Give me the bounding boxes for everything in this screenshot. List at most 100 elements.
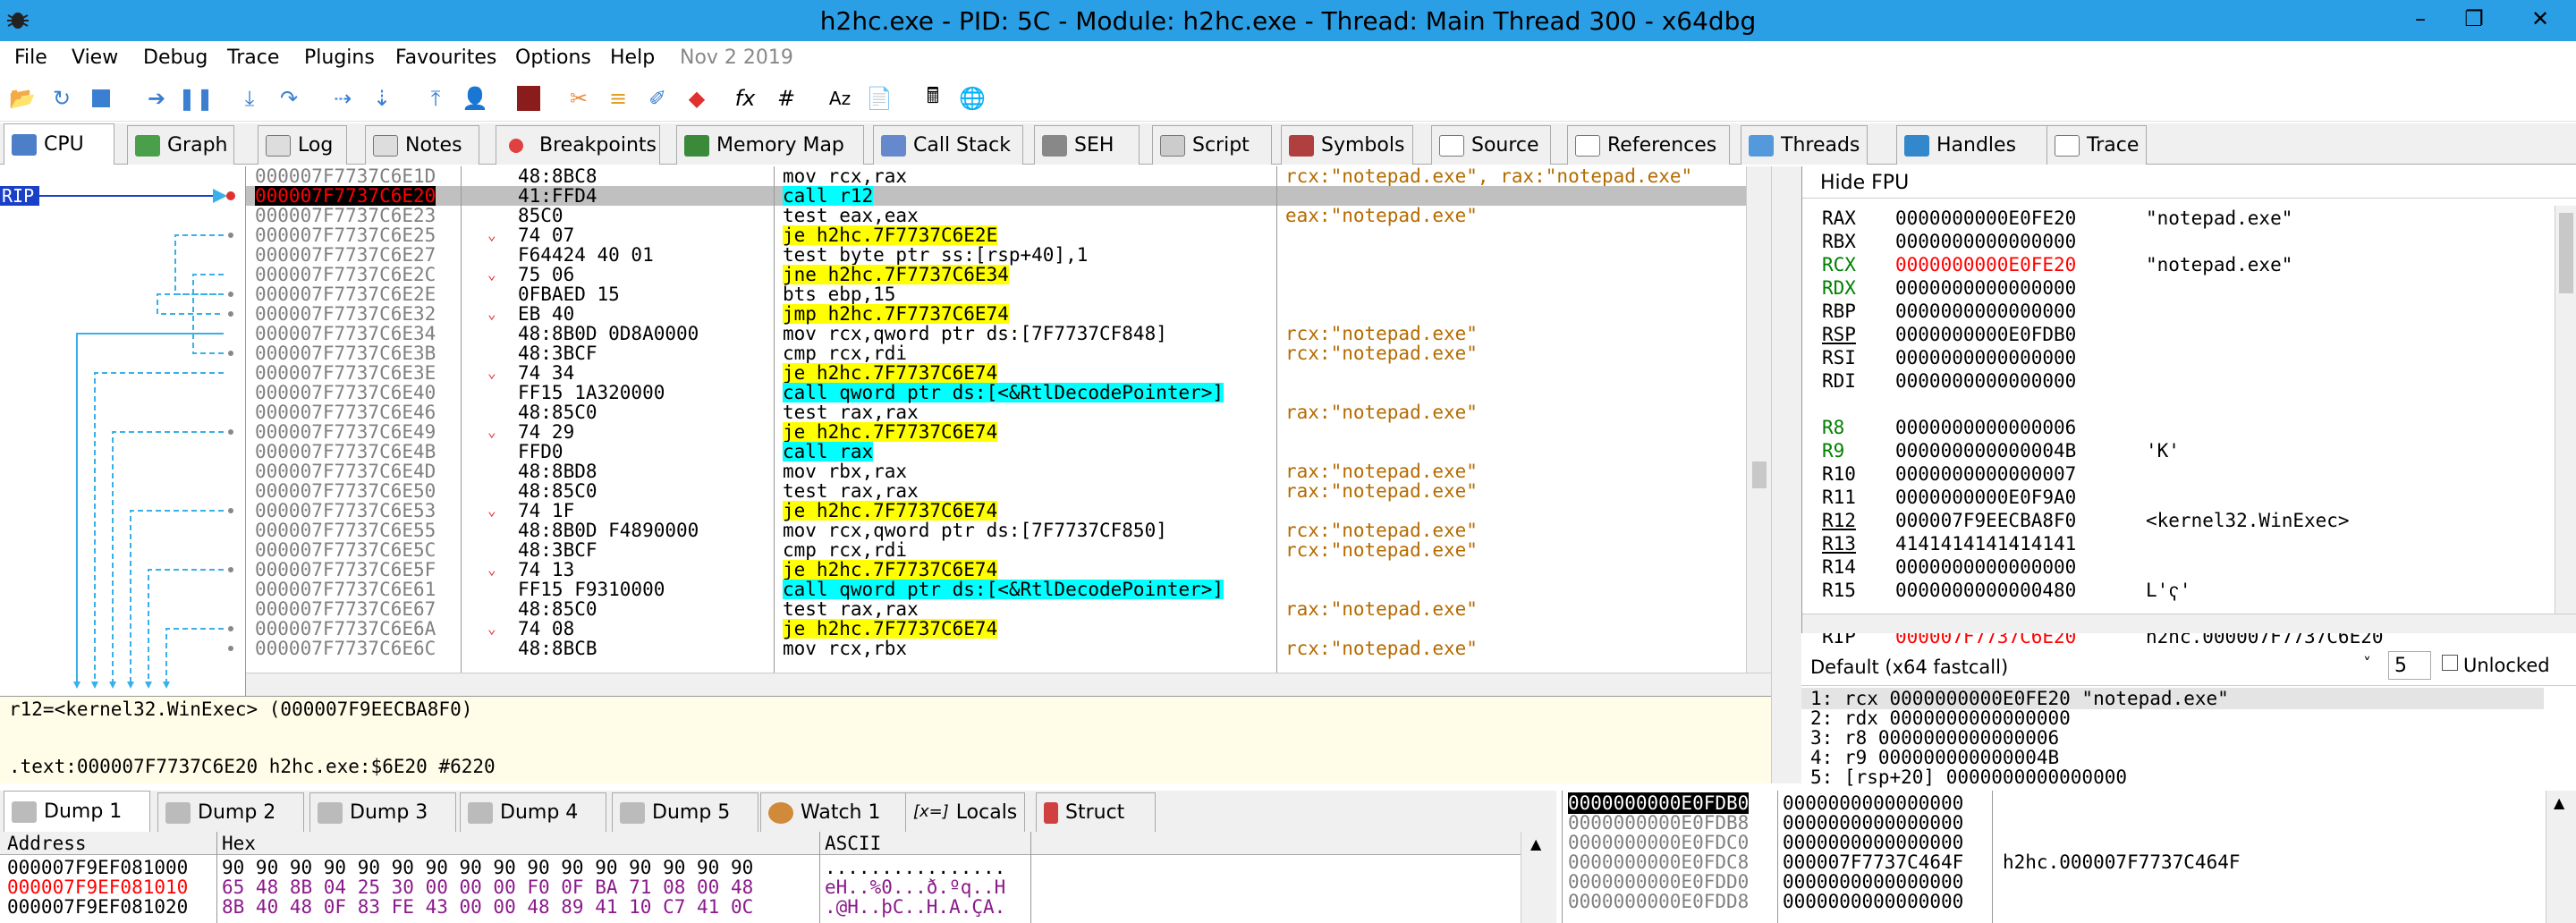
tab-dump-2[interactable]: Dump 2 [157,792,304,832]
stack-address[interactable]: 0000000000E0FDB8 [1568,812,1749,834]
functions-icon[interactable]: fx [730,83,760,114]
stack-value[interactable]: 0000000000000000 [1783,792,1963,814]
tab-dump-3[interactable]: Dump 3 [309,792,456,832]
patch-icon[interactable]: ✂ [564,83,594,114]
disasm-row[interactable]: 000007F7737C6E55 48:8B0D F4890000 mov rcx,… [246,521,1772,540]
register-value[interactable]: 0000000000000000 [1895,347,2076,368]
patches-icon[interactable]: 📄 [864,83,894,114]
stack-value[interactable]: 0000000000000000 [1783,871,1963,893]
tab-call-stack[interactable]: Call Stack [873,125,1023,165]
disasm-row[interactable]: 000007F7737C6E25 74 07 je h2hc.7F7737C6E2E… [246,225,1772,245]
restart-icon[interactable]: ↻ [47,83,77,114]
open-icon[interactable]: 📂 [7,83,38,114]
strings-icon[interactable]: Az [825,83,855,114]
dump-ascii[interactable]: ................ [825,857,1005,878]
disasm-row[interactable]: 000007F7737C6E6C 48:8BCB mov rcx,rbx rcx:"n… [246,639,1772,658]
tab-breakpoints[interactable]: Breakpoints [496,125,660,165]
tab-struct[interactable]: Struct [1036,792,1156,832]
disasm-row[interactable]: 000007F7737C6E61 FF15 F9310000 call qword … [246,580,1772,599]
dump-hex-bytes[interactable]: 65 48 8B 04 25 30 00 00 00 F0 0F BA 71 0… [222,876,753,898]
disassembly-view[interactable]: 000007F7737C6E1D 48:8BC8 mov rcx,rax rcx:"n… [245,166,1772,696]
labels-icon[interactable]: ✐ [642,83,673,114]
tab-cpu[interactable]: CPU [4,123,114,165]
disasm-row[interactable]: 000007F7737C6E40 FF15 1A320000 call qword … [246,383,1772,402]
disasm-row[interactable]: 000007F7737C6E4D 48:8BD8 mov rbx,rax rax:"n… [246,462,1772,481]
tab-references[interactable]: References [1567,125,1730,165]
close-button[interactable]: ✕ [2504,0,2576,38]
splitter[interactable] [1771,166,1801,783]
disasm-row[interactable]: 000007F7737C6E3B 48:3BCF cmp rcx,rdi rcx:"n… [246,343,1772,363]
register-name[interactable]: R15 [1822,580,1856,601]
register-value[interactable]: 0000000000E0FE20 [1895,207,2076,229]
step-over-icon[interactable]: ↷ [274,83,304,114]
disasm-row[interactable]: 000007F7737C6E4B FFD0 call rax [246,442,1772,462]
stack-value[interactable]: 0000000000000000 [1783,812,1963,834]
register-value[interactable]: 0000000000E0F9A0 [1895,487,2076,508]
argument-count-spinner[interactable]: 5 [2388,651,2431,680]
step-into-icon[interactable]: ⤓ [234,83,265,114]
disasm-row[interactable]: 000007F7737C6E32 EB 40 jmp h2hc.7F7737C6E7… [246,304,1772,324]
register-name[interactable]: RBX [1822,231,1856,252]
menu-view[interactable]: View [72,47,118,69]
stack-value[interactable]: 0000000000000000 [1783,891,1963,912]
register-name[interactable]: RSP [1822,324,1856,345]
register-name[interactable]: RDX [1822,277,1856,299]
trace-into-icon[interactable]: ⇢ [327,83,358,114]
argument-row[interactable]: 1: rcx 0000000000E0FE20 "notepad.exe" [1801,688,2544,709]
tab-dump-4[interactable]: Dump 4 [460,792,606,832]
register-value[interactable]: 000000000000004B [1895,440,2076,462]
tab-dump-1[interactable]: Dump 1 [4,791,150,832]
register-name[interactable]: RAX [1822,207,1856,229]
menu-trace[interactable]: Trace [227,47,279,69]
register-value[interactable]: 000007F9EECBA8F0 [1895,510,2076,531]
dump-hex-bytes[interactable]: 90 90 90 90 90 90 90 90 90 90 90 90 90 9… [222,857,753,878]
disasm-row[interactable]: 000007F7737C6E50 48:85C0 test rax,rax rax:"… [246,481,1772,501]
trace-over-icon[interactable]: ⇣ [367,83,397,114]
register-name[interactable]: RDI [1822,370,1856,392]
scylla-icon[interactable] [513,83,544,114]
hide-fpu-button[interactable]: Hide FPU [1820,172,1909,194]
dump-hex-bytes[interactable]: 8B 40 48 0F 83 FE 43 00 00 48 89 41 10 C… [222,896,753,918]
register-name[interactable]: R12 [1822,510,1856,531]
register-name[interactable]: RBP [1822,301,1856,322]
argument-row[interactable]: 3: r8 0000000000000006 [1810,727,2059,749]
disasm-row[interactable]: 000007F7737C6E2C 75 06 jne h2hc.7F7737C6E3… [246,265,1772,284]
stack-scrollbar[interactable]: ▲ [2546,791,2576,923]
register-value[interactable]: 0000000000000000 [1895,231,2076,252]
stop-icon[interactable] [86,83,116,114]
argument-row[interactable]: 2: rdx 0000000000000000 [1810,707,2071,729]
tab-memory-map[interactable]: Memory Map [676,125,864,165]
restore-button[interactable]: ❐ [2447,0,2501,38]
bookmarks-icon[interactable]: ◆ [682,83,712,114]
register-value[interactable]: 0000000000000000 [1895,277,2076,299]
register-name[interactable]: RSI [1822,347,1856,368]
argument-row[interactable]: 5: [rsp+20] 0000000000000000 [1810,766,2127,788]
disasm-row[interactable]: 000007F7737C6E20 41:FFD4 call r12 [246,186,1772,206]
dump-ascii[interactable]: .@H..þC..H.A.ÇA. [825,896,1005,918]
dump-col-address[interactable]: Address [7,833,87,854]
disasm-row[interactable]: 000007F7737C6E46 48:85C0 test rax,rax rax:"… [246,402,1772,422]
disasm-row[interactable]: 000007F7737C6E67 48:85C0 test rax,rax rax:"… [246,599,1772,619]
menu-plugins[interactable]: Plugins [304,47,375,69]
menu-debug[interactable]: Debug [143,47,208,69]
register-value[interactable]: 0000000000000007 [1895,463,2076,485]
register-name[interactable]: R13 [1822,533,1856,555]
stack-view[interactable]: 0000000000E0FDB0 0000000000000000 00000000… [1562,791,2576,923]
variables-icon[interactable]: # [771,83,801,114]
menu-options[interactable]: Options [515,47,591,69]
tab-symbols[interactable]: Symbols [1281,125,1413,165]
register-name[interactable]: R8 [1822,417,1844,438]
menu-favourites[interactable]: Favourites [395,47,496,69]
register-name[interactable]: R9 [1822,440,1844,462]
dump-col-hex[interactable]: Hex [222,833,256,854]
register-name[interactable]: R11 [1822,487,1856,508]
register-value[interactable]: 0000000000000000 [1895,370,2076,392]
register-value[interactable]: 4141414141414141 [1895,533,2076,555]
execute-till-return-icon[interactable]: ⤒ [420,83,451,114]
disasm-row[interactable]: 000007F7737C6E53 74 1F je h2hc.7F7737C6E74… [246,501,1772,521]
tab-watch-1[interactable]: Watch 1 [760,792,907,832]
tab-script[interactable]: Script [1152,125,1272,165]
register-value[interactable]: 0000000000E0FE20 [1895,254,2076,275]
disasm-row[interactable]: 000007F7737C6E2E 0FBAED 15 bts ebp,15 [246,284,1772,304]
dump-col-ascii[interactable]: ASCII [825,833,881,854]
